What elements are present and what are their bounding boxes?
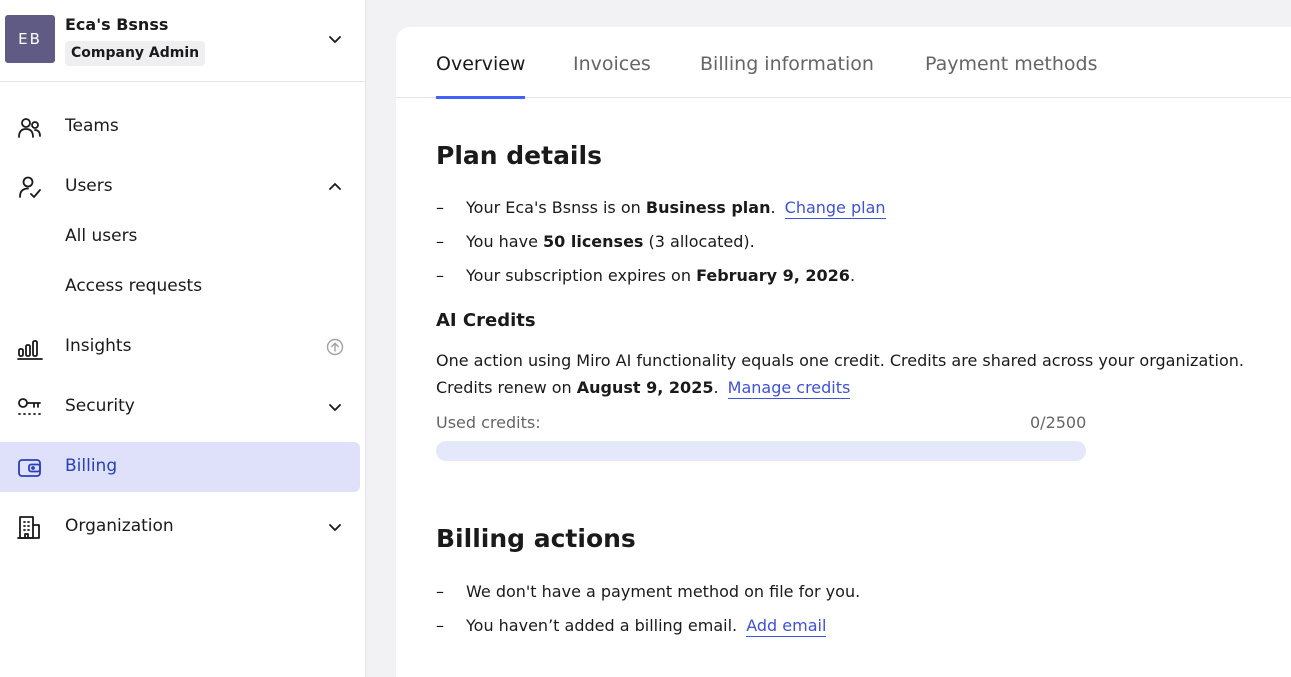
sidebar-item-label: Security (65, 396, 135, 416)
sidebar-item-label: Insights (65, 336, 132, 356)
sidebar-item-all-users[interactable]: All users (0, 214, 360, 260)
sidebar-item-label: Users (65, 176, 113, 196)
bar-chart-icon (17, 335, 43, 361)
sidebar-item-users[interactable]: Users (0, 162, 360, 212)
tab-bar: Overview Invoices Billing information Pa… (396, 27, 1291, 99)
sidebar-item-label: Teams (65, 116, 119, 136)
org-role-badge: Company Admin (65, 41, 206, 66)
used-credits-value: 0/2500 (1030, 413, 1087, 432)
sidebar-item-teams[interactable]: Teams (0, 102, 360, 152)
chevron-down-icon[interactable] (326, 518, 344, 536)
user-check-icon (17, 175, 43, 201)
sidebar-item-insights[interactable]: Insights (0, 322, 360, 372)
sidebar-item-label: Billing (65, 456, 118, 476)
sidebar-item-label: All users (65, 226, 138, 246)
licenses-line: – You have 50 licenses (3 allocated). (436, 232, 755, 251)
manage-credits-link[interactable]: Manage credits (727, 378, 851, 399)
org-switcher[interactable]: EB Eca's Bsnss Company Admin (0, 0, 365, 82)
org-avatar: EB (5, 15, 55, 63)
org-name: Eca's Bsnss (65, 15, 169, 34)
billing-panel: Overview Invoices Billing information Pa… (396, 27, 1291, 677)
chevron-down-icon[interactable] (326, 30, 344, 48)
building-icon (17, 515, 43, 541)
payment-method-line: – We don't have a payment method on file … (436, 582, 861, 601)
tab-invoices[interactable]: Invoices (573, 53, 651, 98)
sidebar-item-label: Access requests (65, 276, 203, 296)
sidebar-item-billing[interactable]: Billing (0, 442, 360, 492)
tab-payment-methods[interactable]: Payment methods (925, 53, 1098, 98)
chevron-down-icon[interactable] (326, 398, 344, 416)
add-email-link[interactable]: Add email (746, 616, 827, 637)
plan-line: – Your Eca's Bsnss is on Business plan. C… (436, 198, 886, 219)
chevron-up-icon[interactable] (326, 178, 344, 196)
ai-credits-heading: AI Credits (436, 310, 536, 331)
subscription-line: – Your subscription expires on February 9… (436, 266, 856, 285)
wallet-icon (17, 455, 43, 481)
tab-overview[interactable]: Overview (436, 53, 526, 99)
billing-actions-heading: Billing actions (436, 524, 636, 553)
sidebar-item-label: Organization (65, 516, 174, 536)
credits-renew-line: Credits renew on August 9, 2025. Manage … (436, 378, 851, 399)
credits-progress-bar (436, 441, 1086, 461)
upgrade-arrow-icon (326, 338, 344, 356)
sidebar-item-access-requests[interactable]: Access requests (0, 264, 360, 310)
teams-icon (17, 115, 43, 141)
plan-details-heading: Plan details (436, 141, 602, 170)
used-credits-label: Used credits: (436, 413, 541, 432)
sidebar-item-organization[interactable]: Organization (0, 502, 360, 552)
billing-email-line: – You haven’t added a billing email. Add … (436, 616, 827, 637)
ai-credits-description: One action using Miro AI functionality e… (436, 351, 1244, 370)
change-plan-link[interactable]: Change plan (784, 198, 886, 219)
sidebar-item-security[interactable]: Security (0, 382, 360, 432)
tab-billing-information[interactable]: Billing information (700, 53, 874, 98)
key-icon (17, 395, 43, 421)
sidebar: EB Eca's Bsnss Company Admin Teams Users (0, 0, 366, 677)
